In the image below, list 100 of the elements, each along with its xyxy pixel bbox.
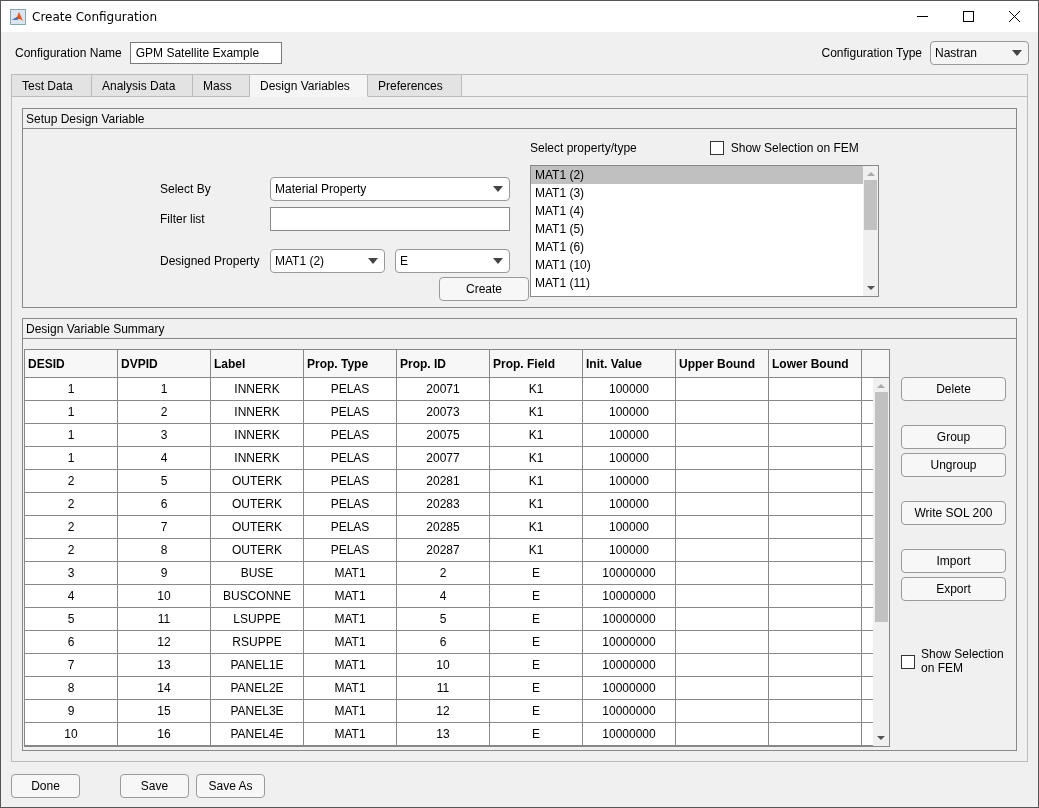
- table-cell: PANEL4E: [230, 727, 284, 741]
- table-cell: 7: [67, 658, 75, 672]
- table-cell: MAT1: [334, 658, 366, 672]
- table-cell: 10000000: [602, 658, 656, 672]
- column-header[interactable]: Init. Value: [583, 350, 676, 377]
- app-logo-icon: [10, 8, 26, 25]
- checkbox-label: Show Selection on FEM: [730, 141, 859, 155]
- table-cell: PANEL2E: [230, 681, 284, 695]
- footer-button[interactable]: Save As: [196, 774, 265, 798]
- configuration-name-field[interactable]: GPM Satellite Example: [129, 42, 282, 64]
- list-item[interactable]: MAT1 (6): [531, 238, 863, 256]
- tab[interactable]: Analysis Data: [92, 75, 193, 97]
- close-icon[interactable]: [1009, 11, 1020, 22]
- table-cell: K1: [528, 520, 544, 534]
- table-cell: 6: [67, 635, 75, 649]
- table-cell: 2: [67, 474, 75, 488]
- table-cell: 2: [67, 543, 75, 557]
- table-cell: 1: [67, 451, 75, 465]
- table-cell: INNERK: [234, 428, 280, 442]
- checkbox-label: Show Selection on FEM: [921, 647, 1005, 675]
- table-cell: PELAS: [330, 451, 370, 465]
- window-title: Create Configuration: [32, 9, 158, 24]
- property-dropdown[interactable]: MAT1 (2): [270, 249, 385, 273]
- list-item[interactable]: MAT1 (11): [531, 274, 863, 292]
- footer-button[interactable]: Done: [11, 774, 80, 798]
- table-cell: 100000: [608, 497, 649, 511]
- maximize-icon[interactable]: [963, 11, 974, 22]
- column-header[interactable]: Prop. Type: [304, 350, 397, 377]
- scrollbar[interactable]: [863, 166, 878, 296]
- column-header[interactable]: Upper Bound: [676, 350, 769, 377]
- table-cell: INNERK: [234, 405, 280, 419]
- checkbox[interactable]: [901, 655, 915, 669]
- table-cell: K1: [528, 543, 544, 557]
- action-button[interactable]: Import: [901, 549, 1006, 573]
- table-cell: MAT1: [334, 566, 366, 580]
- list-item[interactable]: MAT1 (3): [531, 184, 863, 202]
- list-item[interactable]: MAT1 (4): [531, 202, 863, 220]
- action-button[interactable]: Write SOL 200: [901, 501, 1006, 525]
- table-cell: 6: [160, 497, 168, 511]
- table-cell: MAT1: [334, 635, 366, 649]
- table-cell: 8: [160, 543, 168, 557]
- table-cell: 2: [67, 520, 75, 534]
- column-header[interactable]: DVPID: [118, 350, 211, 377]
- table-cell: 20071: [426, 382, 460, 396]
- column-header[interactable]: Label: [211, 350, 304, 377]
- table-cell: OUTERK: [232, 497, 282, 511]
- tab[interactable]: Mass: [193, 75, 250, 97]
- tab[interactable]: Test Data: [12, 75, 92, 97]
- footer-button[interactable]: Save: [120, 774, 189, 798]
- table-cell: MAT1: [334, 681, 366, 695]
- table-cell: BUSE: [240, 566, 274, 580]
- table-cell: K1: [528, 405, 544, 419]
- filter-list-field[interactable]: [270, 207, 510, 231]
- table-cell: BUSCONNE: [223, 589, 291, 603]
- tab[interactable]: Design Variables: [250, 75, 368, 97]
- property-listbox[interactable]: MAT1 (2) MAT1 (3) MAT1 (4) MAT1 (5) MAT1 (6) MAT1 (10) MAT1 (11): [530, 165, 879, 297]
- column-header[interactable]: DESID: [25, 350, 118, 377]
- table-cell: MAT1: [334, 612, 366, 626]
- table-cell: 4: [67, 589, 75, 603]
- table-cell: E: [532, 566, 540, 580]
- table-cell: 2: [160, 405, 168, 419]
- table-cell: 13: [436, 727, 450, 741]
- table-cell: PELAS: [330, 543, 370, 557]
- table-cell: E: [532, 612, 540, 626]
- table-cell: 3: [67, 566, 75, 580]
- list-item[interactable]: MAT1 (5): [531, 220, 863, 238]
- configuration-type-dropdown[interactable]: Nastran: [930, 41, 1029, 65]
- select-property-label: Select property/type: [530, 141, 637, 155]
- scrollbar[interactable]: [873, 378, 889, 746]
- table-cell: 1: [67, 405, 75, 419]
- table-cell: PELAS: [330, 428, 370, 442]
- table-cell: PELAS: [330, 497, 370, 511]
- action-button[interactable]: Export: [901, 577, 1006, 601]
- table-cell: 10000000: [602, 635, 656, 649]
- select-by-dropdown[interactable]: Material Property: [270, 177, 510, 201]
- column-header[interactable]: Lower Bound: [769, 350, 862, 377]
- checkbox[interactable]: [709, 141, 724, 155]
- table-cell: 5: [160, 474, 168, 488]
- table-cell: 100000: [608, 451, 649, 465]
- table-cell: 100000: [608, 474, 649, 488]
- panel-title: Design Variable Summary: [23, 319, 1016, 339]
- table-cell: 13: [157, 658, 171, 672]
- table-cell: 7: [160, 520, 168, 534]
- list-item[interactable]: MAT1 (10): [531, 256, 863, 274]
- table-cell: 5: [439, 612, 447, 626]
- table-cell: E: [532, 681, 540, 695]
- column-header[interactable]: Prop. Field: [490, 350, 583, 377]
- table-cell: 10000000: [602, 589, 656, 603]
- table-cell: LSUPPE: [233, 612, 281, 626]
- create-button[interactable]: Create: [439, 277, 529, 301]
- tab[interactable]: Preferences: [368, 75, 462, 97]
- table-cell: E: [532, 727, 540, 741]
- column-header[interactable]: Prop. ID: [397, 350, 490, 377]
- field-dropdown[interactable]: E: [395, 249, 510, 273]
- table-cell: E: [532, 589, 540, 603]
- action-button[interactable]: Ungroup: [901, 453, 1006, 477]
- list-item[interactable]: MAT1 (2): [531, 166, 863, 184]
- action-button[interactable]: Delete: [901, 377, 1006, 401]
- configuration-name-label: Configuration Name: [15, 46, 122, 60]
- action-button[interactable]: Group: [901, 425, 1006, 449]
